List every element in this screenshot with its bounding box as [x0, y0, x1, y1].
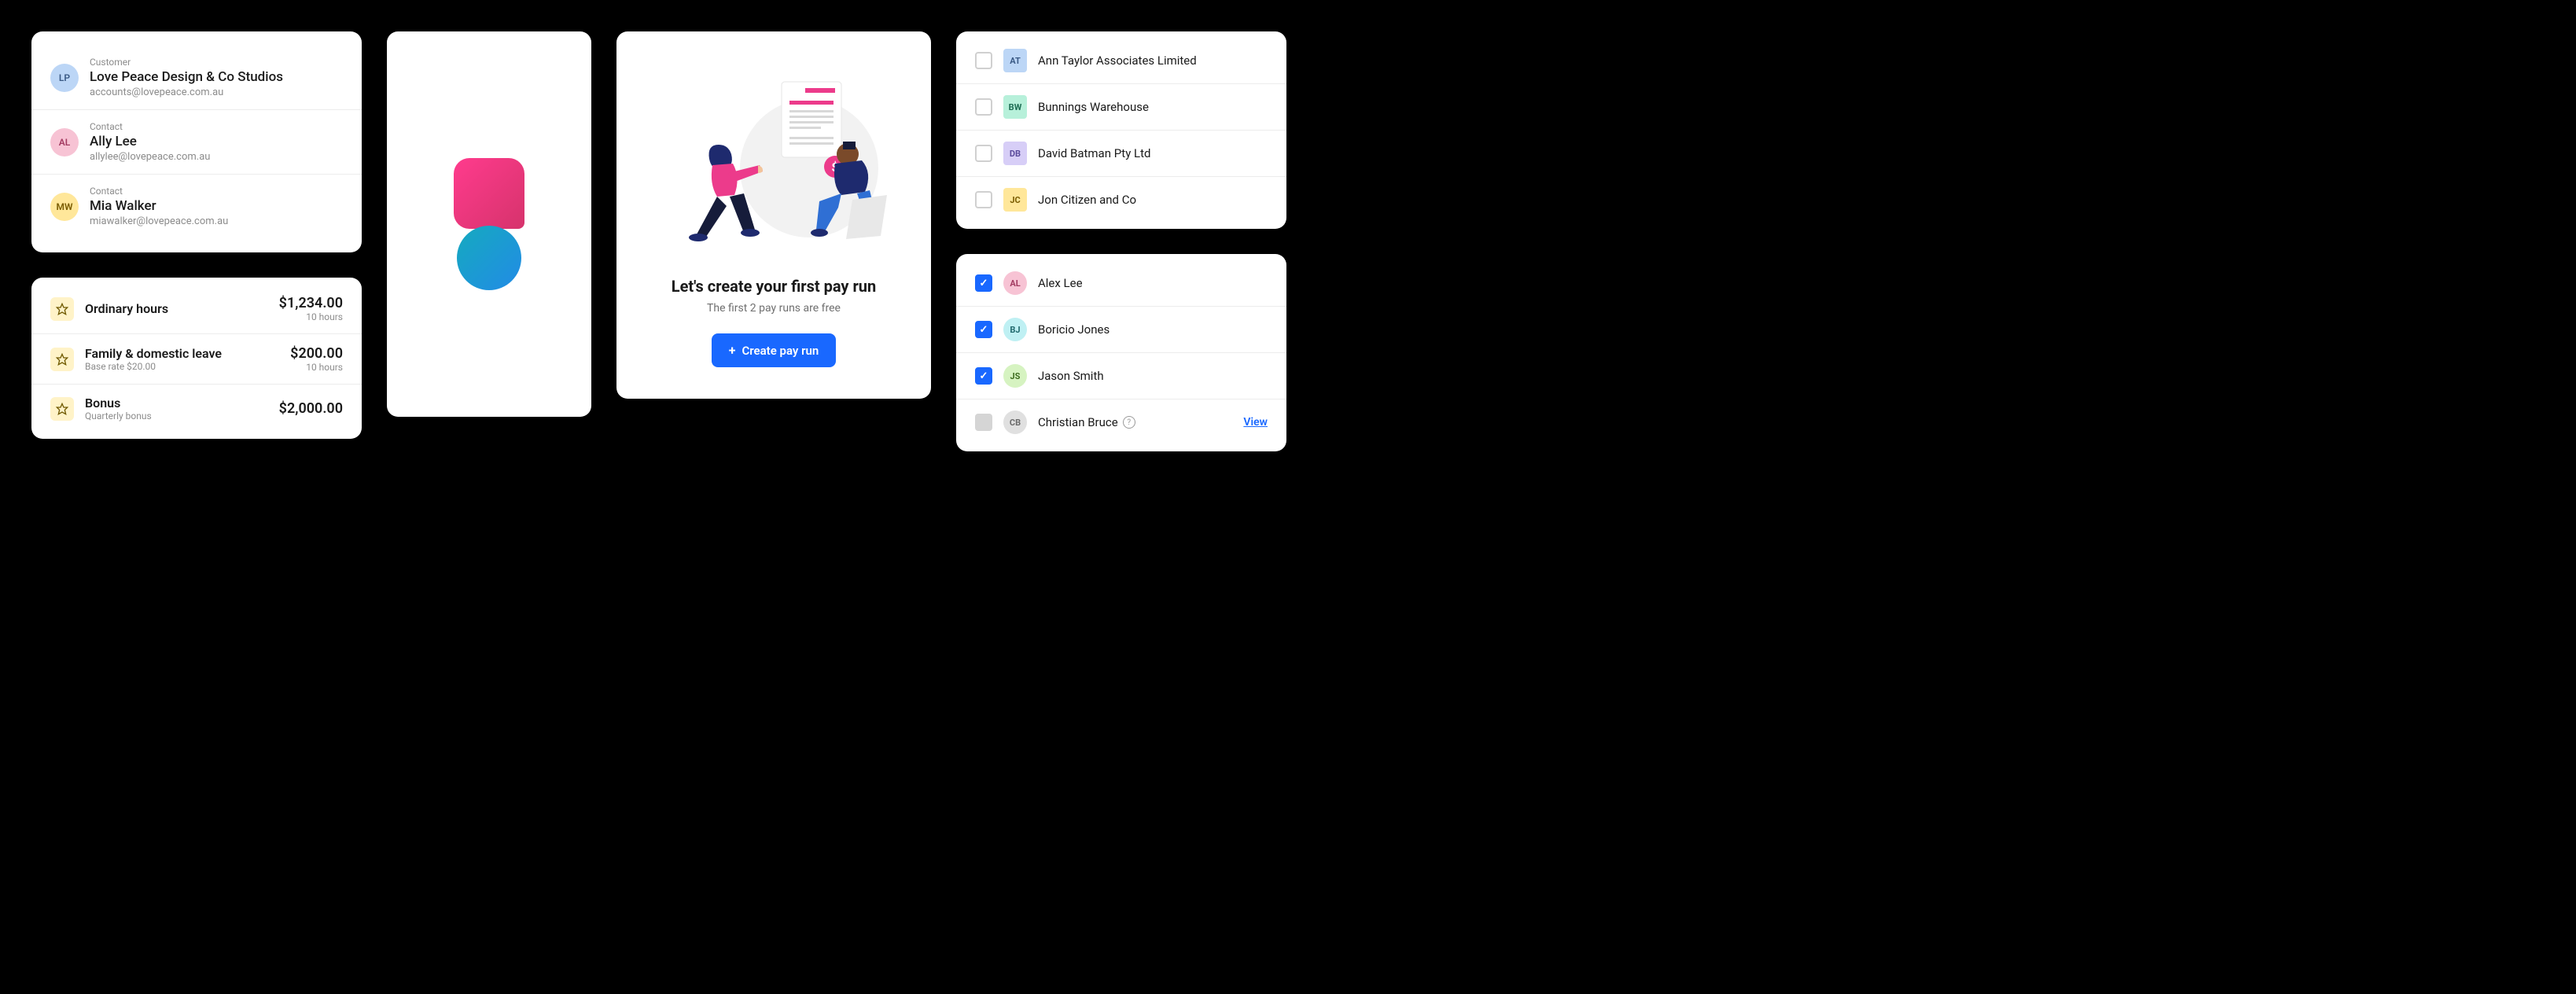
- pay-item-subtitle: Quarterly bonus: [85, 410, 268, 422]
- avatar: MW: [50, 193, 79, 221]
- person-row[interactable]: CB Christian Bruce ? View: [956, 399, 1286, 445]
- checkbox[interactable]: [975, 414, 992, 431]
- company-badge: JC: [1003, 188, 1027, 212]
- pay-item-subtitle: Base rate $20.00: [85, 361, 279, 372]
- checkbox[interactable]: [975, 98, 992, 116]
- avatar: CB: [1003, 410, 1027, 434]
- company-name: Jon Citizen and Co: [1038, 193, 1268, 207]
- contact-row[interactable]: LP CustomerLove Peace Design & Co Studios…: [31, 46, 362, 110]
- pay-item-title: Family & domestic leave: [85, 346, 279, 361]
- checkbox[interactable]: [975, 274, 992, 292]
- create-pay-run-label: Create pay run: [742, 344, 819, 358]
- avatar: AL: [50, 128, 79, 156]
- company-row[interactable]: DB David Batman Pty Ltd: [956, 131, 1286, 177]
- onboarding-card: $: [616, 31, 931, 399]
- contact-name: Ally Lee: [90, 134, 210, 149]
- contact-name: Mia Walker: [90, 198, 228, 214]
- company-name: David Batman Pty Ltd: [1038, 146, 1268, 160]
- logo-card: [387, 31, 591, 417]
- person-name: Christian Bruce ?: [1038, 415, 1232, 429]
- pay-item-row[interactable]: Family & domestic leaveBase rate $20.00 $…: [31, 334, 362, 385]
- pay-items-card: Ordinary hours$1,234.0010 hoursFamily & …: [31, 278, 362, 439]
- people-card: AL Alex Lee BJ Boricio Jones JS Jason Smith CB…: [956, 254, 1286, 451]
- checkbox[interactable]: [975, 52, 992, 69]
- person-row[interactable]: AL Alex Lee: [956, 260, 1286, 307]
- checkbox[interactable]: [975, 321, 992, 338]
- company-row[interactable]: JC Jon Citizen and Co: [956, 177, 1286, 223]
- company-badge: DB: [1003, 142, 1027, 165]
- star-icon: [50, 397, 74, 421]
- create-pay-run-button[interactable]: + Create pay run: [712, 333, 836, 367]
- person-row[interactable]: BJ Boricio Jones: [956, 307, 1286, 353]
- company-name: Ann Taylor Associates Limited: [1038, 53, 1268, 68]
- company-row[interactable]: BW Bunnings Warehouse: [956, 84, 1286, 131]
- avatar: AL: [1003, 271, 1027, 295]
- companies-card: AT Ann Taylor Associates Limited BW Bunning…: [956, 31, 1286, 229]
- contact-row[interactable]: MW ContactMia Walkermiawalker@lovepeace.c…: [31, 175, 362, 238]
- contact-email: accounts@lovepeace.com.au: [90, 87, 283, 98]
- onboarding-subtext: The first 2 pay runs are free: [707, 302, 841, 315]
- company-badge: BW: [1003, 95, 1027, 119]
- pay-item-amount: $1,234.00: [279, 295, 343, 311]
- contact-name: Love Peace Design & Co Studios: [90, 69, 283, 85]
- company-row[interactable]: AT Ann Taylor Associates Limited: [956, 38, 1286, 84]
- pay-item-row[interactable]: BonusQuarterly bonus $2,000.00: [31, 385, 362, 433]
- pay-item-amount-sub: 10 hours: [290, 362, 343, 373]
- pay-item-title: Ordinary hours: [85, 301, 268, 316]
- contact-type-label: Contact: [90, 121, 210, 132]
- avatar: LP: [50, 64, 79, 92]
- app-logo: [454, 158, 524, 290]
- plus-icon: +: [729, 343, 736, 358]
- person-name: Alex Lee: [1038, 276, 1268, 290]
- avatar: JS: [1003, 364, 1027, 388]
- company-badge: AT: [1003, 49, 1027, 72]
- checkbox[interactable]: [975, 145, 992, 162]
- pay-item-amount-sub: 10 hours: [279, 311, 343, 322]
- contacts-card: LP CustomerLove Peace Design & Co Studios…: [31, 31, 362, 252]
- onboarding-heading: Let's create your first pay run: [672, 277, 876, 296]
- contact-email: allylee@lovepeace.com.au: [90, 151, 210, 163]
- contact-type-label: Customer: [90, 57, 283, 68]
- star-icon: [50, 297, 74, 321]
- pay-item-row[interactable]: Ordinary hours $1,234.0010 hours: [31, 284, 362, 334]
- person-name: Boricio Jones: [1038, 322, 1268, 337]
- person-name: Jason Smith: [1038, 369, 1268, 383]
- checkbox[interactable]: [975, 367, 992, 385]
- star-icon: [50, 348, 74, 371]
- pay-item-amount: $2,000.00: [279, 400, 343, 417]
- pay-item-title: Bonus: [85, 396, 268, 410]
- person-row[interactable]: JS Jason Smith: [956, 353, 1286, 399]
- checkbox[interactable]: [975, 191, 992, 208]
- contact-row[interactable]: AL Contact Ally Lee allylee@lovepeace.com.a…: [31, 110, 362, 175]
- contact-type-label: Contact: [90, 186, 228, 197]
- view-link[interactable]: View: [1243, 416, 1268, 429]
- pay-item-amount: $200.00: [290, 345, 343, 362]
- onboarding-illustration: $: [640, 58, 907, 263]
- info-icon[interactable]: ?: [1123, 416, 1135, 429]
- avatar: BJ: [1003, 318, 1027, 341]
- contact-email: miawalker@lovepeace.com.au: [90, 215, 228, 227]
- company-name: Bunnings Warehouse: [1038, 100, 1268, 114]
